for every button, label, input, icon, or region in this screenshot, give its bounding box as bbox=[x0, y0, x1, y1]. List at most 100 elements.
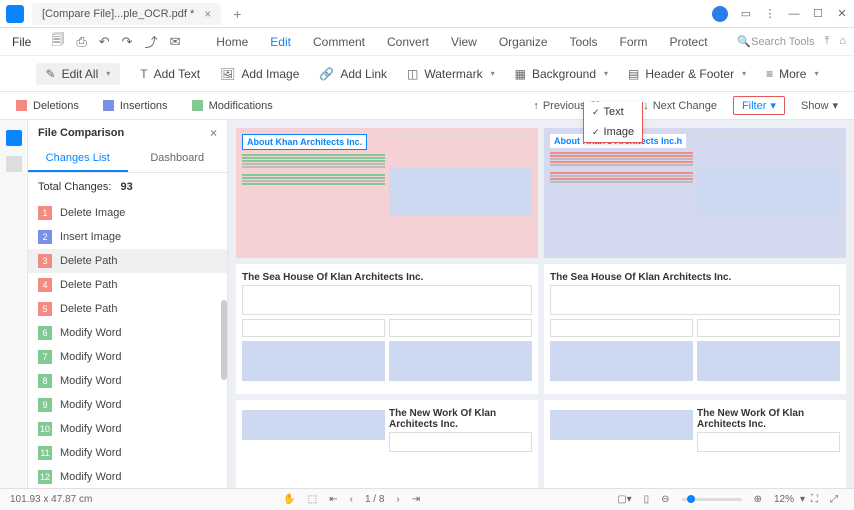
change-row[interactable]: 11Modify Word bbox=[28, 441, 227, 465]
building-image bbox=[697, 168, 840, 216]
change-row[interactable]: 12Modify Word bbox=[28, 465, 227, 489]
change-label: Insert Image bbox=[60, 231, 121, 243]
chevron-down-icon: ▾ bbox=[832, 99, 838, 112]
dots-icon[interactable]: ⋮ bbox=[764, 7, 776, 20]
more-button[interactable]: ≡More▾ bbox=[766, 67, 818, 81]
scrollbar[interactable] bbox=[221, 300, 227, 380]
print-icon[interactable]: ⎙ bbox=[76, 34, 86, 50]
zoom-in-icon[interactable]: ⊕ bbox=[754, 494, 762, 505]
change-row[interactable]: 10Modify Word bbox=[28, 417, 227, 441]
next-change-button[interactable]: ↓Next Change bbox=[643, 100, 717, 112]
side-panel: File Comparison × Changes List Dashboard… bbox=[28, 120, 228, 506]
single-page-icon[interactable]: ▯ bbox=[644, 494, 650, 505]
fit-width-icon[interactable]: ⛶ bbox=[811, 494, 818, 505]
minimize-icon[interactable]: — bbox=[788, 8, 800, 20]
menu-form[interactable]: Form bbox=[620, 35, 648, 49]
deletions-swatch bbox=[16, 100, 27, 111]
rail-icon-2[interactable] bbox=[6, 156, 22, 172]
menu-comment[interactable]: Comment bbox=[313, 35, 365, 49]
chevron-down-icon: ▾ bbox=[770, 99, 776, 112]
app-icon[interactable] bbox=[6, 5, 24, 23]
menu-organize[interactable]: Organize bbox=[499, 35, 548, 49]
document-tab[interactable]: [Compare File]...ple_OCR.pdf * × bbox=[32, 3, 221, 25]
change-row[interactable]: 9Modify Word bbox=[28, 393, 227, 417]
last-page-icon[interactable]: ⇥ bbox=[412, 494, 420, 505]
change-label: Delete Path bbox=[60, 303, 117, 315]
document-viewer[interactable]: About Khan Architects Inc. About Khan J … bbox=[228, 120, 854, 506]
page-1-left[interactable]: About Khan Architects Inc. bbox=[236, 128, 538, 258]
menu-home[interactable]: Home bbox=[216, 35, 248, 49]
menu-view[interactable]: View bbox=[451, 35, 477, 49]
tab-close-icon[interactable]: × bbox=[204, 7, 211, 21]
background-button[interactable]: ▦Background▾ bbox=[515, 67, 608, 81]
view-mode-icon[interactable]: ▢▾ bbox=[617, 494, 631, 505]
zoom-level[interactable]: 12% bbox=[774, 494, 794, 505]
close-icon[interactable]: ✕ bbox=[836, 7, 848, 20]
change-row[interactable]: 5Delete Path bbox=[28, 297, 227, 321]
filter-option-image[interactable]: ✓Image bbox=[584, 122, 642, 142]
building-image bbox=[697, 341, 840, 381]
chevron-down-icon: ▾ bbox=[491, 69, 495, 78]
filter-button[interactable]: Filter▾ bbox=[733, 96, 785, 115]
share-icon[interactable]: ⤴ bbox=[145, 32, 158, 51]
fullscreen-icon[interactable]: ⤢ bbox=[830, 494, 838, 505]
change-number: 8 bbox=[38, 374, 52, 388]
select-tool-icon[interactable]: ⬚ bbox=[308, 494, 317, 505]
page-indicator[interactable]: 1 / 8 bbox=[365, 494, 384, 505]
menu-tools[interactable]: Tools bbox=[570, 35, 598, 49]
menu-edit[interactable]: Edit bbox=[270, 35, 291, 49]
change-row[interactable]: 3Delete Path bbox=[28, 249, 227, 273]
zoom-slider[interactable] bbox=[682, 498, 742, 501]
changes-list: 1Delete Image2Insert Image3Delete Path4D… bbox=[28, 201, 227, 506]
tab-dashboard[interactable]: Dashboard bbox=[128, 146, 228, 172]
upload-icon[interactable]: ⤒ bbox=[824, 35, 829, 48]
change-row[interactable]: 7Modify Word bbox=[28, 345, 227, 369]
file-menu[interactable]: File bbox=[8, 33, 35, 51]
slider-knob[interactable] bbox=[687, 495, 695, 503]
side-panel-tabs: Changes List Dashboard bbox=[28, 146, 227, 173]
home-icon[interactable]: ⌂ bbox=[839, 35, 846, 48]
compare-panel-icon[interactable] bbox=[6, 130, 22, 146]
add-text-button[interactable]: TAdd Text bbox=[140, 67, 200, 81]
header-footer-icon: ▤ bbox=[628, 67, 639, 81]
tab-changes-list[interactable]: Changes List bbox=[28, 146, 128, 172]
chevron-down-icon: ▾ bbox=[800, 494, 805, 505]
page-2-left[interactable]: The Sea House Of Klan Architects Inc. bbox=[236, 264, 538, 394]
mail-icon[interactable]: ✉ bbox=[170, 34, 181, 50]
avatar[interactable] bbox=[712, 6, 728, 22]
menu-icon[interactable]: ▭ bbox=[740, 7, 752, 20]
change-row[interactable]: 8Modify Word bbox=[28, 369, 227, 393]
page-1-right[interactable]: About Khan J Architects Inc.h bbox=[544, 128, 846, 258]
change-number: 9 bbox=[38, 398, 52, 412]
prev-page-icon[interactable]: ‹ bbox=[350, 494, 353, 505]
add-link-button[interactable]: 🔗Add Link bbox=[319, 67, 387, 81]
filter-option-text[interactable]: ✓Text bbox=[584, 102, 642, 122]
new-tab-button[interactable]: + bbox=[233, 6, 241, 22]
watermark-button[interactable]: ◫Watermark▾ bbox=[407, 67, 495, 81]
close-panel-icon[interactable]: × bbox=[210, 126, 217, 140]
arrow-down-icon: ↓ bbox=[643, 100, 649, 112]
page-title: The New Work Of Klan Architects Inc. bbox=[697, 406, 840, 432]
show-button[interactable]: Show▾ bbox=[801, 99, 838, 112]
search-tools[interactable]: 🔍 Search Tools bbox=[737, 35, 814, 48]
page-2-right[interactable]: The Sea House Of Klan Architects Inc. bbox=[544, 264, 846, 394]
save-icon[interactable]: 🗐 bbox=[51, 31, 64, 53]
toolbar: ✎Edit All▾ TAdd Text 🖼Add Image 🔗Add Lin… bbox=[0, 56, 854, 92]
undo-icon[interactable]: ↶ bbox=[99, 34, 110, 50]
zoom-out-icon[interactable]: ⊖ bbox=[661, 494, 669, 505]
menu-convert[interactable]: Convert bbox=[387, 35, 429, 49]
menu-protect[interactable]: Protect bbox=[670, 35, 708, 49]
change-row[interactable]: 2Insert Image bbox=[28, 225, 227, 249]
add-image-button[interactable]: 🖼Add Image bbox=[220, 67, 299, 81]
chevron-down-icon: ▾ bbox=[742, 69, 746, 78]
change-row[interactable]: 4Delete Path bbox=[28, 273, 227, 297]
maximize-icon[interactable]: ☐ bbox=[812, 7, 824, 20]
change-row[interactable]: 6Modify Word bbox=[28, 321, 227, 345]
first-page-icon[interactable]: ⇤ bbox=[329, 494, 337, 505]
redo-icon[interactable]: ↷ bbox=[122, 34, 133, 50]
change-row[interactable]: 1Delete Image bbox=[28, 201, 227, 225]
header-footer-button[interactable]: ▤Header & Footer▾ bbox=[628, 67, 746, 81]
next-page-icon[interactable]: › bbox=[396, 494, 399, 505]
edit-all-button[interactable]: ✎Edit All▾ bbox=[36, 63, 121, 85]
hand-tool-icon[interactable]: ✋ bbox=[283, 494, 295, 505]
